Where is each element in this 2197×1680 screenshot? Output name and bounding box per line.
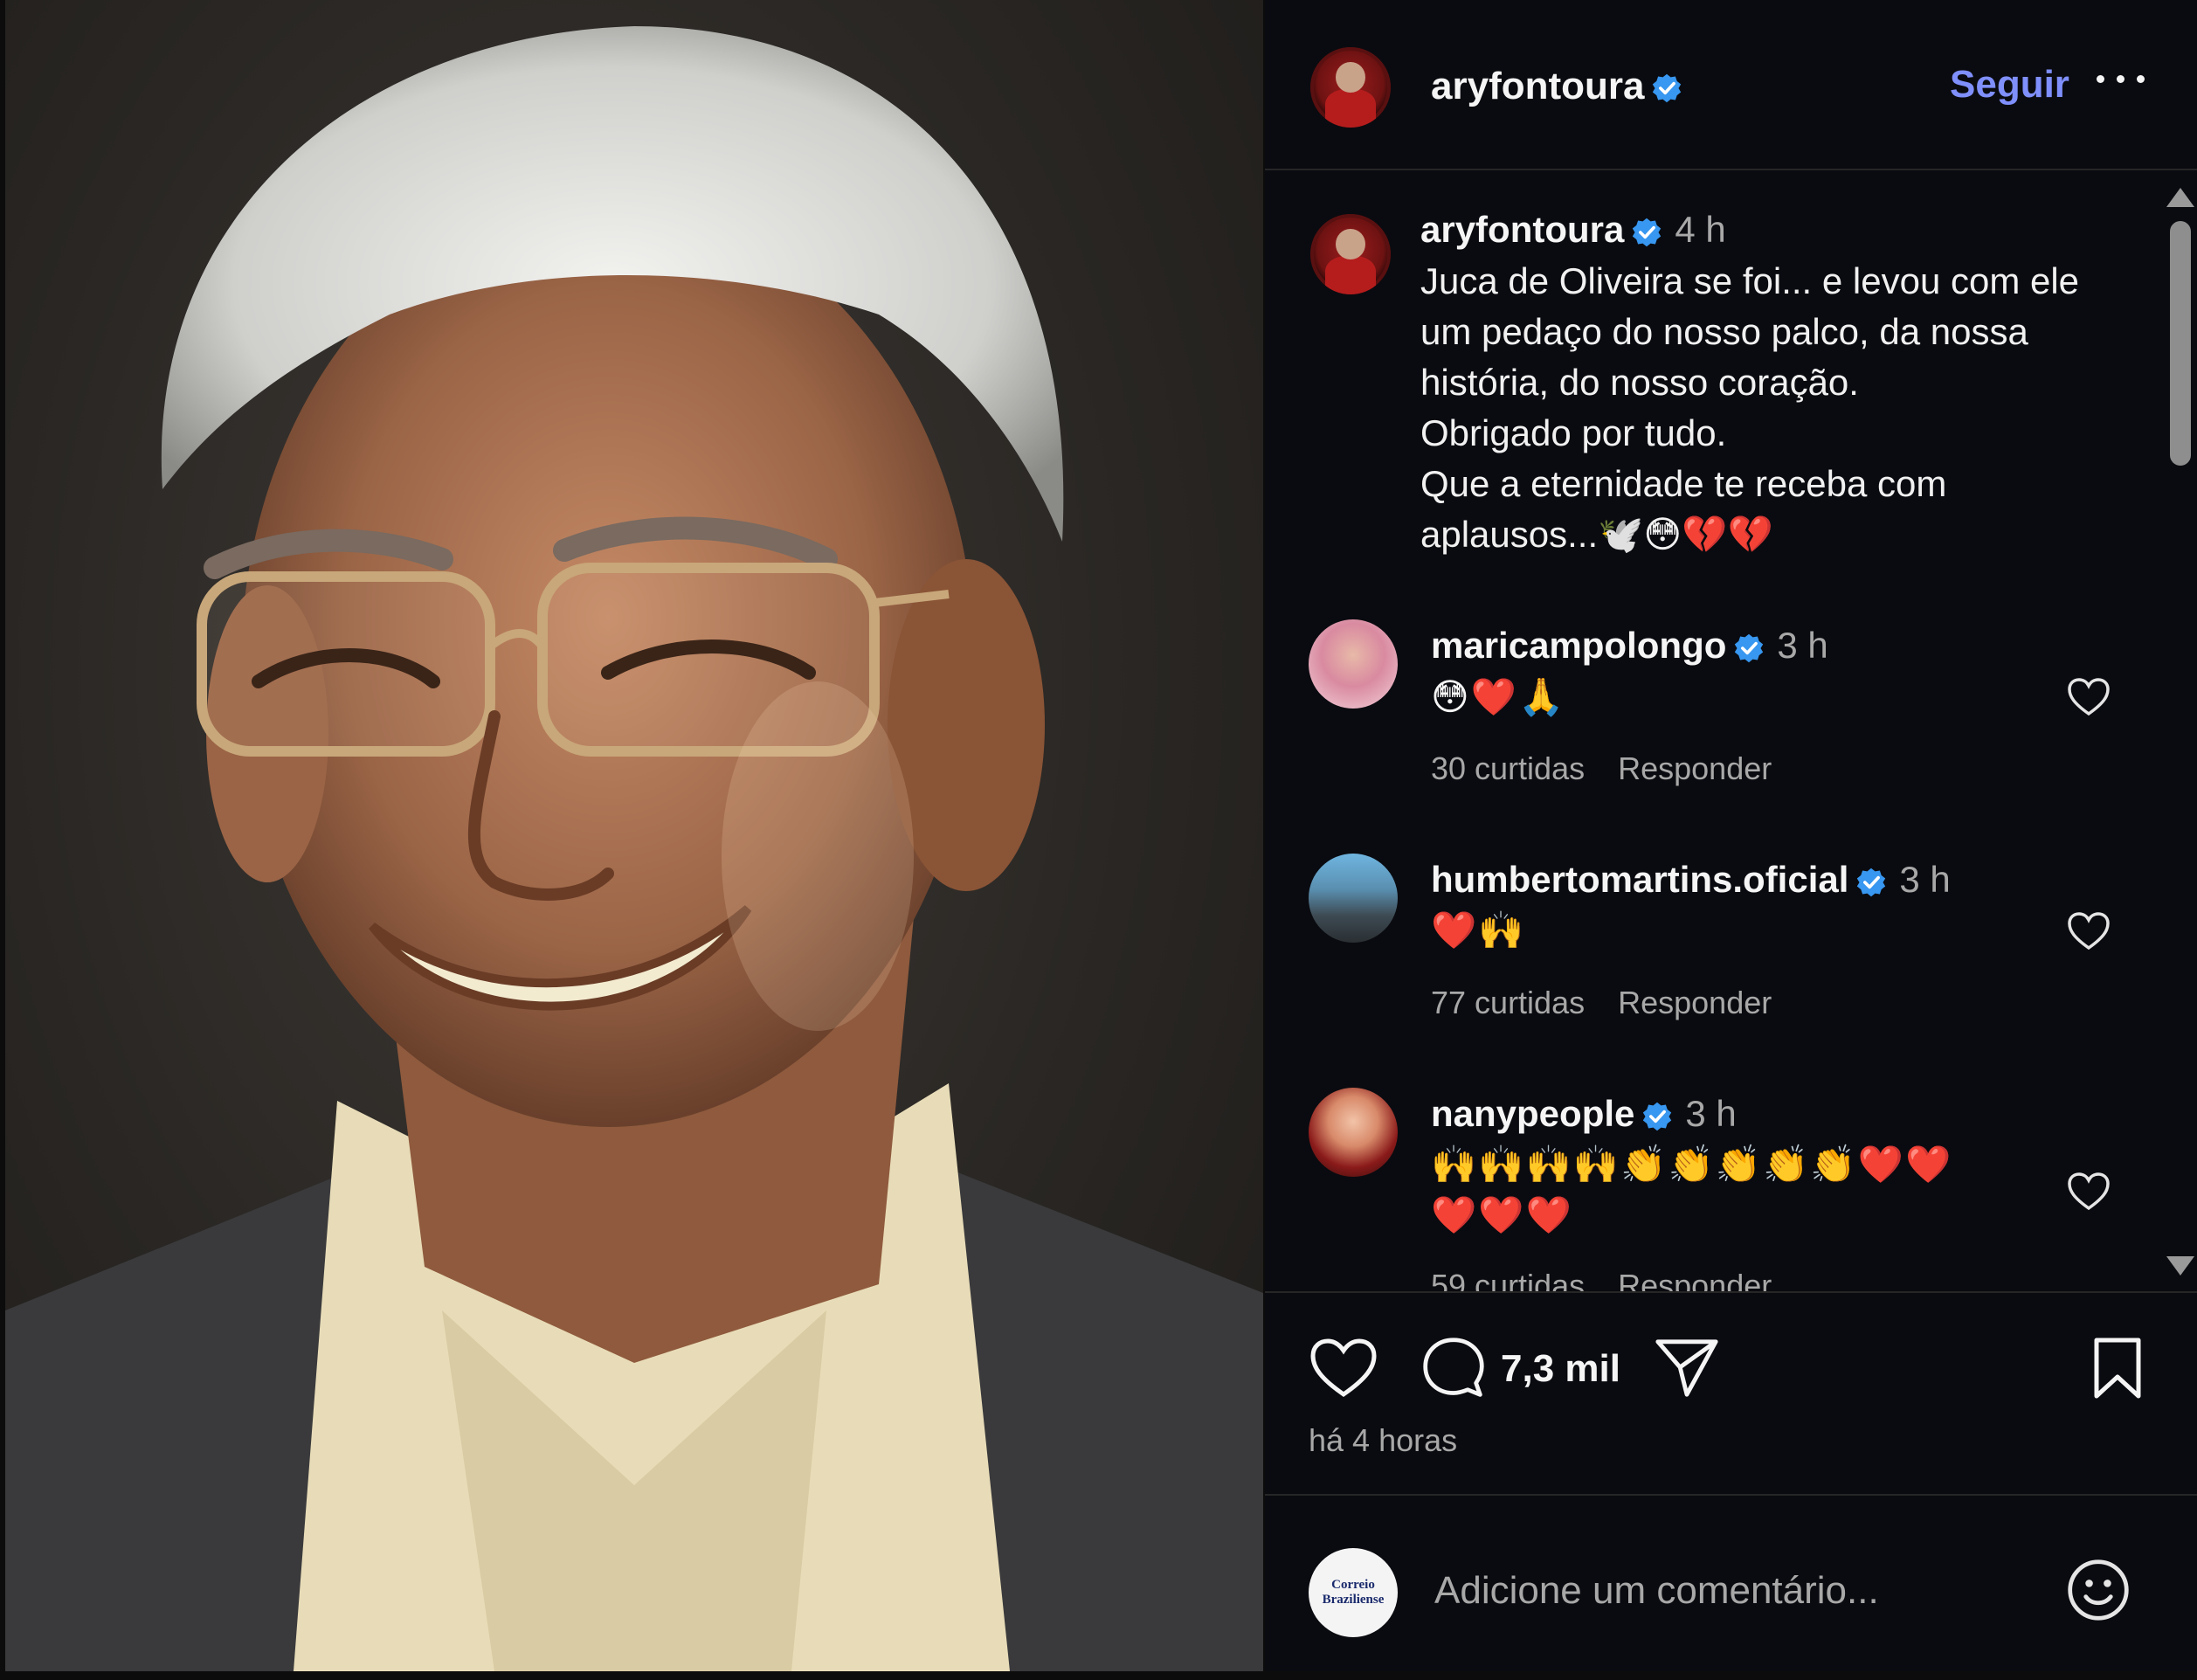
comment-username-text[interactable]: nanypeople	[1431, 1093, 1634, 1134]
header-username[interactable]: aryfontoura	[1431, 65, 1682, 108]
follow-button[interactable]: Seguir	[1950, 63, 2069, 107]
comment-time: 3 h	[1685, 1093, 1737, 1134]
post-header: aryfontoura Seguir	[1265, 0, 2197, 170]
author-avatar[interactable]	[1310, 47, 1391, 128]
reply-button[interactable]: Responder	[1618, 750, 1772, 786]
post-caption: Juca de Oliveira se foi... e levou com e…	[1420, 260, 2080, 555]
commenter-avatar[interactable]	[1309, 619, 1398, 709]
avatar-logo-line1: Correio	[1331, 1578, 1375, 1592]
verified-badge-icon	[1653, 74, 1682, 103]
comment-username[interactable]: maricampolongo 3 h	[1431, 625, 1828, 667]
posted-time-ago: há 4 horas	[1309, 1422, 1458, 1458]
comment-likes[interactable]: 77 curtidas	[1431, 985, 1585, 1020]
comment-input[interactable]	[1433, 1564, 2048, 1618]
post-side-panel: aryfontoura Seguir aryfontoura 4 h Juca d…	[1265, 0, 2197, 1671]
share-icon[interactable]	[1653, 1333, 1721, 1401]
more-options-icon[interactable]	[2093, 61, 2151, 96]
caption-avatar[interactable]	[1310, 214, 1391, 294]
avatar-logo-line2: Braziliense	[1322, 1593, 1385, 1607]
verified-badge-icon	[1643, 1102, 1672, 1131]
comments-list[interactable]: aryfontoura 4 h Juca de Oliveira se foi..…	[1265, 170, 2154, 1291]
comment-username-text[interactable]: maricampolongo	[1431, 625, 1726, 666]
comment-username[interactable]: humbertomartins.oficial 3 h	[1431, 859, 1951, 901]
comment-meta: 77 curtidas Responder	[1431, 985, 1772, 1021]
comment-count[interactable]: 7,3 mil	[1501, 1347, 1620, 1391]
bookmark-icon[interactable]	[2091, 1335, 2144, 1401]
comment-likes[interactable]: 30 curtidas	[1431, 750, 1585, 786]
comment-text: 😳❤️🙏	[1431, 676, 1566, 717]
caption-username-text[interactable]: aryfontoura	[1420, 209, 1624, 250]
instagram-post-window: aryfontoura Seguir aryfontoura 4 h Juca d…	[0, 0, 2197, 1680]
comment-username-text[interactable]: humbertomartins.oficial	[1431, 859, 1848, 900]
comment-time: 3 h	[1899, 859, 1951, 900]
comment-icon[interactable]	[1420, 1335, 1487, 1401]
comment-text-continued: ❤️❤️❤️	[1431, 1194, 1573, 1235]
comment-likes[interactable]: 59 curtidas	[1431, 1268, 1585, 1291]
commenter-avatar[interactable]	[1309, 854, 1398, 943]
caption-username[interactable]: aryfontoura 4 h	[1420, 209, 1726, 251]
comment-text: ❤️🙌	[1431, 909, 1526, 951]
verified-badge-icon	[1857, 868, 1886, 897]
scroll-up-arrow-icon[interactable]	[2166, 188, 2194, 207]
current-user-avatar[interactable]: Correio Braziliense	[1309, 1548, 1398, 1637]
scroll-down-arrow-icon[interactable]	[2166, 1256, 2194, 1276]
post-actions-bar: 7,3 mil há 4 horas	[1265, 1291, 2197, 1494]
scroll-thumb[interactable]	[2170, 221, 2191, 466]
comment-meta: 30 curtidas Responder	[1431, 750, 1772, 787]
verified-badge-icon	[1735, 633, 1764, 663]
comment-like-heart-icon[interactable]	[2067, 1172, 2111, 1212]
emoji-icon[interactable]	[2065, 1557, 2131, 1623]
comment-like-heart-icon[interactable]	[2067, 911, 2111, 951]
comment-like-heart-icon[interactable]	[2067, 677, 2111, 717]
verified-badge-icon	[1633, 218, 1662, 247]
commenter-avatar[interactable]	[1309, 1088, 1398, 1177]
comment-time: 3 h	[1777, 625, 1828, 666]
reply-button[interactable]: Responder	[1618, 1268, 1772, 1291]
add-comment-bar: Correio Braziliense	[1265, 1494, 2197, 1673]
caption-time: 4 h	[1675, 209, 1726, 250]
heart-icon[interactable]	[1309, 1337, 1378, 1400]
comment-text: 🙌🙌🙌🙌👏👏👏👏👏❤️❤️	[1431, 1144, 1953, 1185]
comment-meta: 59 curtidas Responder	[1431, 1268, 1772, 1291]
comment-username[interactable]: nanypeople 3 h	[1431, 1093, 1737, 1135]
header-username-text[interactable]: aryfontoura	[1431, 65, 1644, 107]
reply-button[interactable]: Responder	[1618, 985, 1772, 1020]
portrait-illustration	[5, 26, 1263, 1671]
post-photo[interactable]	[5, 0, 1263, 1671]
comments-scrollbar[interactable]	[2156, 170, 2197, 1291]
